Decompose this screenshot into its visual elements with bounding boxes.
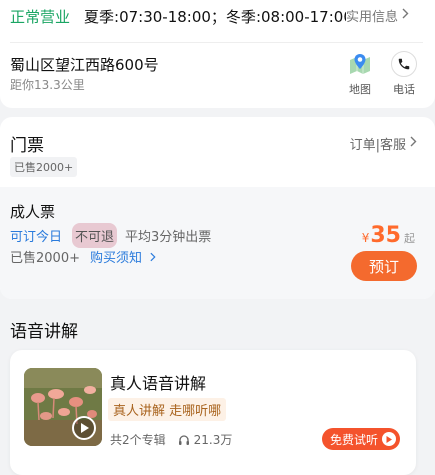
chevron-right-icon [402, 8, 409, 23]
audio-guide-tags: 真人讲解 走哪听哪 [108, 398, 227, 421]
price-currency: ¥ [361, 231, 370, 245]
practical-info-label: 实用信息 [345, 10, 398, 25]
bookable-today-tag: 可订今日 [10, 230, 63, 245]
info-card: 正常营业 夏季:07:30-18:00；冬季:08:00-17:00 实用信息 … [0, 0, 435, 108]
headphones-icon [178, 434, 190, 446]
free-trial-button[interactable]: 免费试听 [321, 428, 400, 450]
issue-time-tag: 平均3分钟出票 [125, 230, 212, 245]
phone-label: 电话 [393, 83, 415, 96]
free-trial-label: 免费试听 [329, 432, 378, 447]
chevron-right-icon [410, 136, 417, 151]
audio-thumbnail [24, 368, 102, 446]
ticket-sales-row: 已售2000+ 购买须知 [10, 247, 156, 266]
map-label: 地图 [349, 83, 371, 96]
audio-guide-title: 真人语音讲解 [110, 374, 207, 393]
album-count: 共2个专辑 [110, 433, 166, 447]
map-pin-icon [347, 51, 373, 77]
divider [10, 42, 423, 43]
distance: 距你13.3公里 [10, 78, 85, 92]
audio-section-title: 语音讲解 [10, 322, 78, 342]
ticket-sold-total-badge: 已售2000+ [10, 157, 78, 177]
play-icon [72, 416, 96, 440]
price-value: 35 [370, 223, 401, 248]
practical-info-link[interactable]: 实用信息 [346, 6, 409, 25]
play-icon [382, 432, 396, 446]
map-button[interactable]: 地图 [342, 51, 378, 97]
audio-guide-meta: 共2个专辑 21.3万 [110, 431, 232, 448]
ticket-item-adult[interactable]: 成人票 可订今日 不可退 平均3分钟出票 已售2000+ 购买须知 ¥ 35 起… [0, 187, 435, 299]
audio-guide-card[interactable]: 真人语音讲解 真人讲解 走哪听哪 共2个专辑 21.3万 免费试听 [10, 350, 416, 475]
address: 蜀山区望江西路600号 [10, 56, 159, 74]
play-count: 21.3万 [193, 433, 233, 447]
order-service-label: 订单|客服 [349, 138, 406, 153]
ticket-section-title: 门票 [10, 136, 44, 156]
open-status: 正常营业 [10, 7, 71, 26]
ticket-name: 成人票 [10, 203, 56, 221]
order-service-link[interactable]: 订单|客服 [350, 134, 417, 153]
price-suffix: 起 [404, 232, 415, 245]
ticket-tags: 可订今日 不可退 平均3分钟出票 [10, 223, 211, 248]
book-button[interactable]: 预订 [351, 251, 417, 281]
phone-icon [391, 51, 417, 77]
ticket-card: 门票 已售2000+ 订单|客服 成人票 可订今日 不可退 平均3分钟出票 已售… [0, 117, 435, 299]
non-refundable-tag: 不可退 [72, 223, 118, 248]
audio-guide-section: 语音讲解 真人语音讲解 真人讲解 走哪听哪 共2个专辑 21.3万 免费试听 [0, 307, 435, 475]
phone-button[interactable]: 电话 [386, 51, 422, 97]
purchase-notice-link[interactable]: 购买须知 [90, 247, 156, 266]
ticket-price: ¥ 35 起 [362, 223, 415, 248]
opening-hours-row: 正常营业 夏季:07:30-18:00；冬季:08:00-17:00 实用信息 [10, 2, 423, 30]
opening-hours: 夏季:07:30-18:00；冬季:08:00-17:00 [84, 7, 347, 26]
purchase-notice-label: 购买须知 [89, 251, 142, 266]
ticket-sold-count: 已售2000+ [10, 251, 80, 266]
chevron-right-icon [150, 251, 156, 265]
